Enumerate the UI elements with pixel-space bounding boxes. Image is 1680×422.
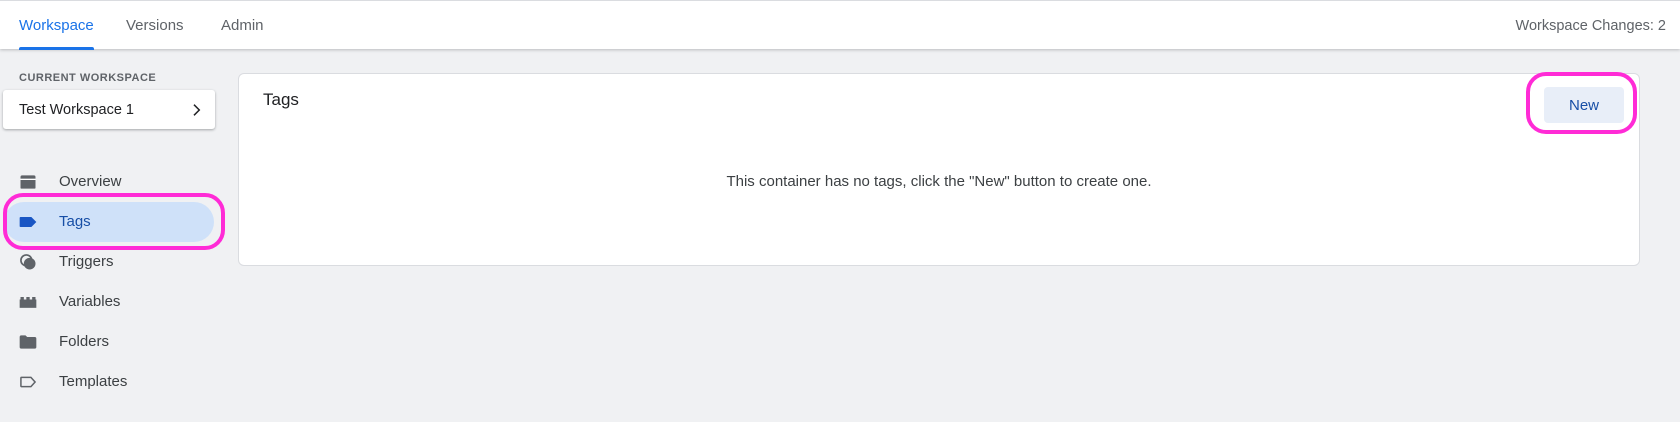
triggers-icon: [20, 254, 36, 270]
workspace-name: Test Workspace 1: [19, 102, 134, 118]
tab-versions[interactable]: Versions: [126, 1, 184, 49]
tab-admin[interactable]: Admin: [221, 1, 264, 49]
tab-workspace[interactable]: Workspace: [19, 1, 94, 50]
sidebar-item-triggers[interactable]: Triggers: [4, 242, 218, 282]
sidebar-item-label: Variables: [59, 293, 121, 310]
overview-icon: [20, 175, 36, 189]
sidebar-item-templates[interactable]: Templates: [4, 362, 218, 402]
tag-icon: [19, 217, 37, 227]
sidebar-item-tags[interactable]: Tags: [4, 202, 214, 242]
workspace-changes-count[interactable]: Workspace Changes: 2: [1516, 1, 1666, 49]
new-tag-button[interactable]: New: [1544, 87, 1624, 123]
card-title: Tags: [263, 90, 299, 109]
sidebar-item-label: Folders: [59, 333, 110, 350]
variables-icon: [19, 297, 37, 308]
sidebar-item-folders[interactable]: Folders: [4, 322, 218, 362]
sidebar-item-variables[interactable]: Variables: [4, 282, 218, 322]
empty-state-message: This container has no tags, click the "N…: [726, 173, 1152, 190]
chevron-right-icon: [193, 104, 201, 116]
folder-icon: [19, 335, 37, 349]
sidebar-item-label: Templates: [59, 373, 128, 390]
sidebar-item-label: Tags: [59, 213, 91, 230]
sidebar-item-label: Triggers: [59, 253, 114, 270]
current-workspace-label: CURRENT WORKSPACE: [19, 72, 157, 84]
sidebar-item-label: Overview: [59, 173, 122, 190]
template-icon: [20, 376, 37, 388]
sidebar-item-overview[interactable]: Overview: [4, 162, 218, 202]
tags-card: Tags New This container has no tags, cli…: [238, 73, 1640, 266]
top-bar: Workspace Versions Admin Workspace Chang…: [0, 0, 1680, 50]
workspace-selector[interactable]: Test Workspace 1: [3, 90, 215, 129]
